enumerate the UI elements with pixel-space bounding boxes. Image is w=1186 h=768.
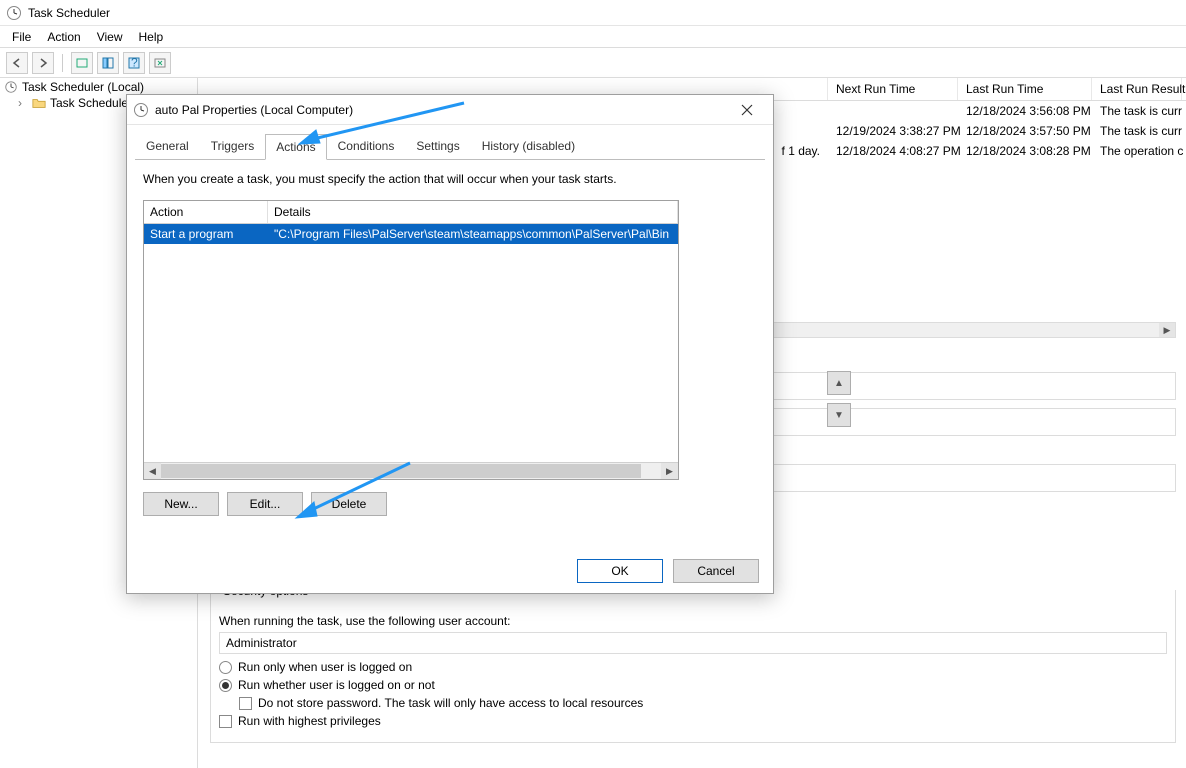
dialog-footer: OK Cancel	[577, 559, 759, 583]
no-store-password-option[interactable]: Do not store password. The task will onl…	[219, 696, 1167, 710]
toolbar-help-button[interactable]: ?	[123, 52, 145, 74]
toolbar-divider	[62, 54, 63, 72]
new-action-button[interactable]: New...	[143, 492, 219, 516]
run-logged-off-option[interactable]: Run whether user is logged on or not	[219, 678, 1167, 692]
tree-root-node[interactable]: Task Scheduler (Local)	[4, 80, 193, 94]
scroll-right-icon[interactable]: ▶	[1159, 323, 1175, 337]
tab-conditions[interactable]: Conditions	[327, 133, 406, 159]
window-title: Task Scheduler	[28, 6, 110, 20]
ok-button[interactable]: OK	[577, 559, 663, 583]
highest-privileges-option[interactable]: Run with highest privileges	[219, 714, 1167, 728]
col-details[interactable]: Details	[268, 201, 678, 223]
actions-instruction-text: When you create a task, you must specify…	[143, 172, 757, 186]
move-up-button[interactable]: ▲	[827, 371, 851, 395]
checkbox-icon	[219, 715, 232, 728]
tab-strip: General Triggers Actions Conditions Sett…	[127, 125, 773, 159]
close-icon	[741, 104, 753, 116]
scrollbar-thumb[interactable]	[161, 464, 641, 478]
tab-triggers[interactable]: Triggers	[200, 133, 266, 159]
menu-view[interactable]: View	[89, 28, 131, 46]
menu-file[interactable]: File	[4, 28, 39, 46]
task-scheduler-icon	[133, 102, 149, 118]
col-last-run[interactable]: Last Run Time	[958, 78, 1092, 100]
checkbox-icon	[239, 697, 252, 710]
tab-history[interactable]: History (disabled)	[471, 133, 586, 159]
menu-action[interactable]: Action	[39, 28, 88, 46]
col-last-result[interactable]: Last Run Result	[1092, 78, 1182, 100]
tab-actions[interactable]: Actions	[265, 134, 326, 160]
dialog-body: When you create a task, you must specify…	[127, 160, 773, 528]
run-logged-on-option[interactable]: Run only when user is logged on	[219, 660, 1167, 674]
tree-root-label: Task Scheduler (Local)	[22, 80, 144, 94]
dialog-title-text: auto Pal Properties (Local Computer)	[155, 103, 353, 117]
tree-expand-icon[interactable]: ›	[18, 96, 28, 110]
security-options-group: Security options When running the task, …	[210, 590, 1176, 743]
nav-forward-button[interactable]	[32, 52, 54, 74]
actions-list: Action Details Start a program "C:\Progr…	[143, 200, 679, 480]
actions-list-header: Action Details	[144, 201, 678, 224]
security-prompt: When running the task, use the following…	[219, 614, 1167, 628]
reorder-buttons: ▲ ▼	[827, 371, 851, 427]
action-row-selected[interactable]: Start a program "C:\Program Files\PalSer…	[144, 224, 678, 244]
svg-text:?: ?	[131, 57, 138, 69]
edit-action-button[interactable]: Edit...	[227, 492, 303, 516]
actions-list-scrollbar[interactable]: ◀ ▶	[144, 462, 678, 479]
tree-library-label: Task Scheduler	[50, 96, 132, 110]
task-scheduler-icon	[6, 5, 22, 21]
security-account-field[interactable]: Administrator	[219, 632, 1167, 654]
col-action[interactable]: Action	[144, 201, 268, 223]
toolbar-btn-2[interactable]	[97, 52, 119, 74]
col-next-run[interactable]: Next Run Time	[828, 78, 958, 100]
menu-help[interactable]: Help	[131, 28, 172, 46]
window-title-bar: Task Scheduler	[0, 0, 1186, 26]
close-button[interactable]	[727, 98, 767, 122]
toolbar-btn-1[interactable]	[71, 52, 93, 74]
cancel-button[interactable]: Cancel	[673, 559, 759, 583]
nav-back-button[interactable]	[6, 52, 28, 74]
tab-settings[interactable]: Settings	[405, 133, 470, 159]
toolbar: ?	[0, 48, 1186, 78]
scroll-right-icon[interactable]: ▶	[661, 463, 678, 479]
tab-general[interactable]: General	[135, 133, 200, 159]
task-properties-dialog: auto Pal Properties (Local Computer) Gen…	[126, 94, 774, 594]
move-down-button[interactable]: ▼	[827, 403, 851, 427]
menu-bar: File Action View Help	[0, 26, 1186, 48]
delete-action-button[interactable]: Delete	[311, 492, 387, 516]
scroll-left-icon[interactable]: ◀	[144, 463, 161, 479]
radio-icon	[219, 679, 232, 692]
folder-icon	[32, 96, 46, 110]
toolbar-btn-4[interactable]	[149, 52, 171, 74]
radio-icon	[219, 661, 232, 674]
dialog-title-bar: auto Pal Properties (Local Computer)	[127, 95, 773, 125]
task-scheduler-icon	[4, 80, 18, 94]
